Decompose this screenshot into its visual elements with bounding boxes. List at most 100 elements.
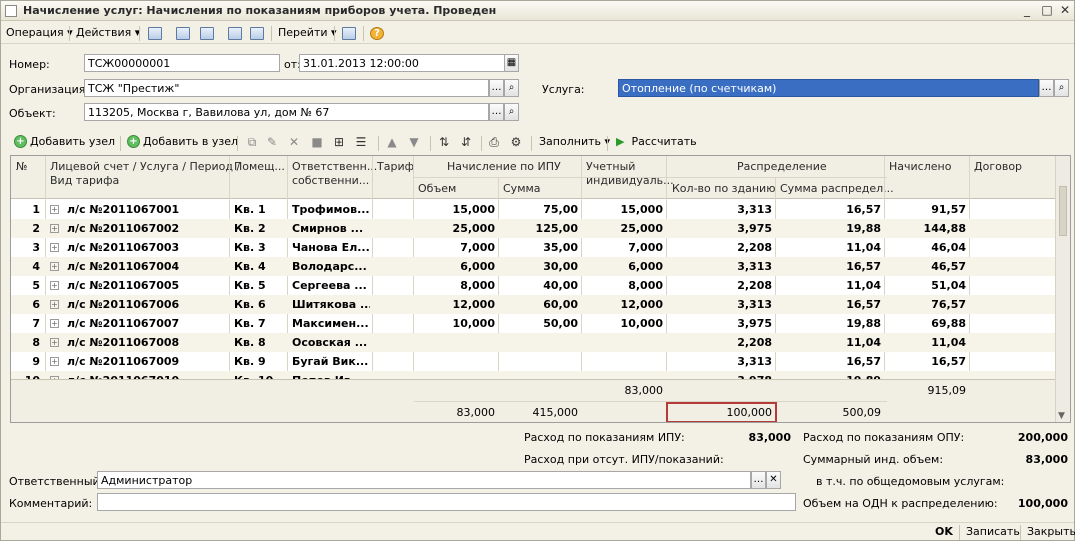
cell-charged: 144,88: [923, 222, 966, 235]
save-doc-button[interactable]: [173, 24, 193, 42]
report-icon: [250, 26, 264, 40]
report-button[interactable]: [247, 24, 267, 42]
cell-acc: + л/с №2011067007: [50, 317, 225, 330]
header-dist-sum[interactable]: Сумма распредел...: [780, 182, 894, 195]
help-button[interactable]: ?: [367, 24, 387, 42]
header-account[interactable]: Лицевой счет / Услуга / Период /: [50, 160, 240, 173]
cell-qty: 2,208: [737, 336, 772, 349]
header-tariff[interactable]: Тариф: [377, 160, 414, 173]
menu-goto[interactable]: Перейти ▾: [278, 26, 337, 39]
bottom-bar: OK Записать Закрыть: [1, 522, 1075, 541]
table-row[interactable]: 7 + л/с №2011067007 Кв. 7 Максимен... 10,000 5…: [11, 314, 1056, 333]
responsible-clear-button[interactable]: ✕: [766, 471, 781, 489]
number-label: Номер:: [9, 58, 50, 71]
service-select-button[interactable]: …: [1039, 79, 1054, 97]
gear-icon: ⚙: [510, 135, 522, 149]
refresh-button[interactable]: [197, 24, 217, 42]
expand-row-icon[interactable]: +: [50, 224, 59, 233]
move-up-button[interactable]: ▲: [385, 135, 399, 149]
scrollbar-thumb[interactable]: [1059, 186, 1067, 236]
header-dist-qty[interactable]: Кол-во по зданию: [672, 182, 775, 195]
header-room[interactable]: Помещ...: [234, 160, 285, 173]
header-ipu-sum[interactable]: Сумма: [503, 182, 541, 195]
responsible-field[interactable]: Администратор: [97, 471, 751, 489]
menu-actions[interactable]: Действия ▾: [76, 26, 140, 39]
object-field[interactable]: 113205, Москва г, Вавилова ул, дом № 67: [84, 103, 489, 121]
help-icon: ?: [370, 26, 384, 40]
expand-row-icon[interactable]: +: [50, 300, 59, 309]
sort-desc-button[interactable]: ⇵: [459, 135, 473, 149]
number-field[interactable]: ТСЖ00000001: [84, 54, 280, 72]
responsible-select-button[interactable]: …: [751, 471, 766, 489]
table-row[interactable]: 1 + л/с №2011067001 Кв. 1 Трофимов... 15,000 7…: [11, 200, 1056, 219]
expand-row-icon[interactable]: +: [50, 357, 59, 366]
close-button[interactable]: Закрыть: [1027, 525, 1075, 538]
header-account-type[interactable]: Вид тарифа: [50, 174, 119, 187]
object-select-button[interactable]: …: [489, 103, 504, 121]
service-open-button[interactable]: ⌕: [1054, 79, 1069, 97]
ok-button[interactable]: OK: [935, 525, 953, 538]
table-row[interactable]: 2 + л/с №2011067002 Кв. 2 Смирнов ... 25,000 1…: [11, 219, 1056, 238]
settings-button[interactable]: ⚙: [509, 135, 523, 149]
expand-row-icon[interactable]: +: [50, 243, 59, 252]
save-button[interactable]: Записать: [966, 525, 1020, 538]
calculate-button[interactable]: ▶ Рассчитать: [616, 135, 697, 148]
header-owner[interactable]: Ответственн...: [292, 160, 377, 173]
header-charged[interactable]: Начислено: [889, 160, 951, 173]
calendar-button[interactable]: ▦: [504, 54, 519, 72]
arrow-down-icon: ▼: [409, 135, 419, 149]
close-window-button[interactable]: ✕: [1057, 3, 1073, 18]
expand-button[interactable]: ⊞: [332, 135, 346, 149]
table-row[interactable]: 9 + л/с №2011067009 Кв. 9 Бугай Вик... 3,313 1…: [11, 352, 1056, 371]
maximize-button[interactable]: □: [1039, 3, 1055, 18]
table-row[interactable]: 6 + л/с №2011067006 Кв. 6 Шитякова ... 12,000…: [11, 295, 1056, 314]
scroll-down-icon[interactable]: ▼: [1058, 411, 1065, 421]
expand-row-icon[interactable]: +: [50, 281, 59, 290]
add-node-button[interactable]: + Добавить узел: [14, 135, 115, 148]
cell-room: Кв. 6: [234, 298, 266, 311]
date-field[interactable]: 31.01.2013 12:00:00: [299, 54, 505, 72]
expand-row-icon[interactable]: +: [50, 262, 59, 271]
minimize-button[interactable]: _: [1019, 3, 1035, 18]
table-row[interactable]: 4 + л/с №2011067004 Кв. 4 Володарс... 6,000 30…: [11, 257, 1056, 276]
add-to-node-button[interactable]: + Добавить в узел: [127, 135, 238, 148]
print-button[interactable]: [225, 24, 245, 42]
table-row[interactable]: 8 + л/с №2011067008 Кв. 8 Осовская ... 2,208 1…: [11, 333, 1056, 352]
delete-row-button[interactable]: ✕: [287, 135, 301, 149]
table-row[interactable]: 3 + л/с №2011067003 Кв. 3 Чанова Ел... 7,000 3…: [11, 238, 1056, 257]
header-ipu-volume[interactable]: Объем: [418, 182, 456, 195]
expand-row-icon[interactable]: +: [50, 205, 59, 214]
table-row[interactable]: 5 + л/с №2011067005 Кв. 5 Сергеева ... 8,000 4…: [11, 276, 1056, 295]
org-open-button[interactable]: ⌕: [504, 79, 519, 97]
ipu-consumption-label: Расход по показаниям ИПУ:: [524, 431, 685, 444]
header-accounting-2: индивидуаль...: [586, 174, 674, 187]
structure-button[interactable]: [339, 24, 359, 42]
cell-vol: 8,000: [460, 279, 495, 292]
end-edit-button[interactable]: ■: [310, 135, 324, 149]
copy-row-button[interactable]: ⧉: [245, 135, 259, 149]
edit-row-button[interactable]: ✎: [265, 135, 279, 149]
hierarchy-button[interactable]: ☰: [354, 135, 368, 149]
sort-asc-button[interactable]: ⇅: [437, 135, 451, 149]
cell-qty: 3,975: [737, 222, 772, 235]
header-contract[interactable]: Договор: [974, 160, 1022, 173]
comment-field[interactable]: [97, 493, 796, 511]
list-icon: [342, 26, 356, 40]
fill-button[interactable]: Заполнить ▾: [539, 135, 610, 148]
service-field[interactable]: Отопление (по счетчикам): [618, 79, 1039, 97]
menu-operation[interactable]: Операция ▾: [6, 26, 73, 39]
odn-volume-label: Объем на ОДН к распределению:: [803, 497, 998, 510]
table-scrollbar[interactable]: ▼: [1055, 156, 1070, 422]
arrow-up-icon: ▲: [387, 135, 397, 149]
expand-row-icon[interactable]: +: [50, 338, 59, 347]
move-down-button[interactable]: ▼: [407, 135, 421, 149]
post-button[interactable]: [145, 24, 165, 42]
header-num[interactable]: №: [16, 160, 27, 173]
print-grid-button[interactable]: ⎙: [487, 135, 501, 149]
search-icon: ⌕: [508, 82, 515, 93]
org-select-button[interactable]: …: [489, 79, 504, 97]
header-accounting[interactable]: Учетный: [586, 160, 635, 173]
expand-row-icon[interactable]: +: [50, 319, 59, 328]
object-open-button[interactable]: ⌕: [504, 103, 519, 121]
org-field[interactable]: ТСЖ "Престиж": [84, 79, 489, 97]
